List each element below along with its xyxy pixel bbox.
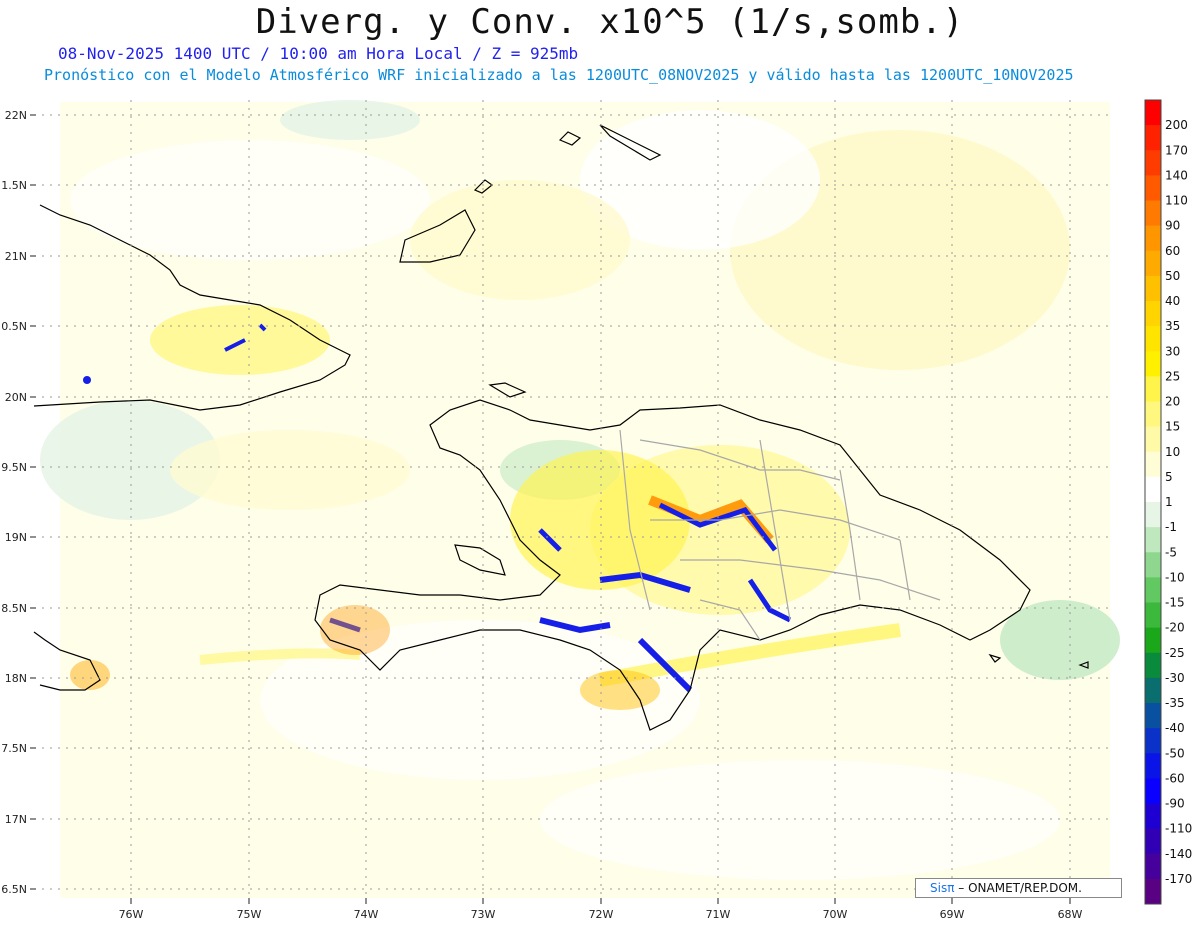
colorbar-label: -15 [1165,596,1185,610]
colorbar-label: -60 [1165,771,1185,785]
colorbar-label: 90 [1165,219,1180,233]
colorbar-swatch [1145,426,1161,453]
colorbar-label: 20 [1165,395,1180,409]
lat-label: 19N [5,531,27,544]
colorbar-label: 140 [1165,168,1188,182]
lon-label: 68W [1058,908,1083,921]
credit-box: Sisπ – ONAMET/REP.DOM. [915,878,1122,898]
colorbar-label: 15 [1165,420,1180,434]
colorbar-swatch [1145,351,1161,377]
lon-label: 71W [706,908,731,921]
colorbar-swatch [1145,728,1161,754]
colorbar-label: -10 [1165,570,1185,584]
colorbar-swatch [1145,778,1161,804]
colorbar-label: 50 [1165,269,1180,283]
lon-label: 70W [823,908,848,921]
divergence-map: 22N 1.5N 21N 0.5N 20N 9.5N 19N 8.5N 18N … [1,99,1192,921]
lon-label: 74W [354,908,379,921]
colorbar-label: 1 [1165,495,1173,509]
colorbar-swatch [1145,200,1161,227]
colorbar-label: 35 [1165,319,1180,333]
colorbar-label: -40 [1165,721,1185,735]
colorbar-swatch [1145,753,1161,779]
colorbar-swatch [1145,878,1161,905]
lat-label: 6.5N [1,883,27,896]
colorbar-swatch [1145,703,1161,729]
lon-label: 73W [471,908,496,921]
colorbar-label: -90 [1165,797,1185,811]
latitude-labels: 22N 1.5N 21N 0.5N 20N 9.5N 19N 8.5N 18N … [1,109,27,896]
colorbar-swatch [1145,250,1161,277]
lat-label: 20N [5,391,27,404]
colorbar-label: 10 [1165,445,1180,459]
colorbar-swatch [1145,527,1161,553]
lat-label: 8.5N [1,602,27,615]
lat-label: 9.5N [1,461,27,474]
lon-label: 75W [237,908,262,921]
colorbar-label: -1 [1165,520,1177,534]
colorbar-label: 200 [1165,118,1188,132]
colorbar-swatch [1145,803,1161,830]
colorbar-swatch [1145,225,1161,252]
lon-label: 72W [589,908,614,921]
colorbar-label: 40 [1165,294,1180,308]
colorbar-label: 5 [1165,470,1173,484]
colorbar-label: 25 [1165,369,1180,383]
colorbar-label: -140 [1165,847,1192,861]
colorbar-swatch [1145,828,1161,855]
colorbar-swatch [1145,552,1161,578]
colorbar: 200 170 140 110 90 60 50 40 35 30 25 20 15 10 5 1 -1 -5 -1… [1144,99,1192,905]
colorbar-swatch [1145,677,1161,704]
colorbar-swatch [1145,652,1161,679]
plot-area [30,100,1120,904]
colorbar-swatch [1145,451,1161,478]
colorbar-swatch [1145,326,1161,352]
colorbar-label: 170 [1165,143,1188,157]
lat-label: 1.5N [1,179,27,192]
credit-text: – ONAMET/REP.DOM. [958,881,1082,895]
colorbar-label: -30 [1165,671,1185,685]
lon-label: 69W [940,908,965,921]
colorbar-swatch [1145,301,1161,327]
colorbar-swatch [1145,275,1161,302]
lon-label: 76W [119,908,144,921]
colorbar-swatch [1145,627,1161,654]
colorbar-swatch [1145,100,1161,126]
colorbar-label: -25 [1165,646,1185,660]
longitude-labels: 76W 75W 74W 73W 72W 71W 70W 69W 68W [119,908,1083,921]
colorbar-swatch [1145,602,1161,629]
colorbar-swatch [1145,401,1161,428]
lat-label: 18N [5,672,27,685]
colorbar-swatch [1145,376,1161,402]
colorbar-swatch [1145,476,1161,503]
colorbar-label: -50 [1165,746,1185,760]
lat-label: 22N [5,109,27,122]
colorbar-swatch [1145,175,1161,201]
lat-label: 7.5N [1,742,27,755]
colorbar-swatch [1145,125,1161,151]
colorbar-swatch [1145,853,1161,880]
colorbar-swatch [1145,502,1161,528]
colorbar-label: 60 [1165,244,1180,258]
colorbar-label: 110 [1165,194,1188,208]
lat-label: 17N [5,813,27,826]
colorbar-label: -35 [1165,696,1185,710]
colorbar-swatch [1145,577,1161,603]
colorbar-label: -5 [1165,545,1177,559]
colorbar-swatch [1145,150,1161,176]
lat-label: 21N [5,250,27,263]
colorbar-label: -20 [1165,621,1185,635]
colorbar-label: -170 [1165,872,1192,886]
sis-logo-text: Sisπ [930,881,955,895]
colorbar-label: -110 [1165,822,1192,836]
lat-label: 0.5N [1,320,27,333]
colorbar-label: 30 [1165,344,1180,358]
divergence-field [40,100,1120,898]
